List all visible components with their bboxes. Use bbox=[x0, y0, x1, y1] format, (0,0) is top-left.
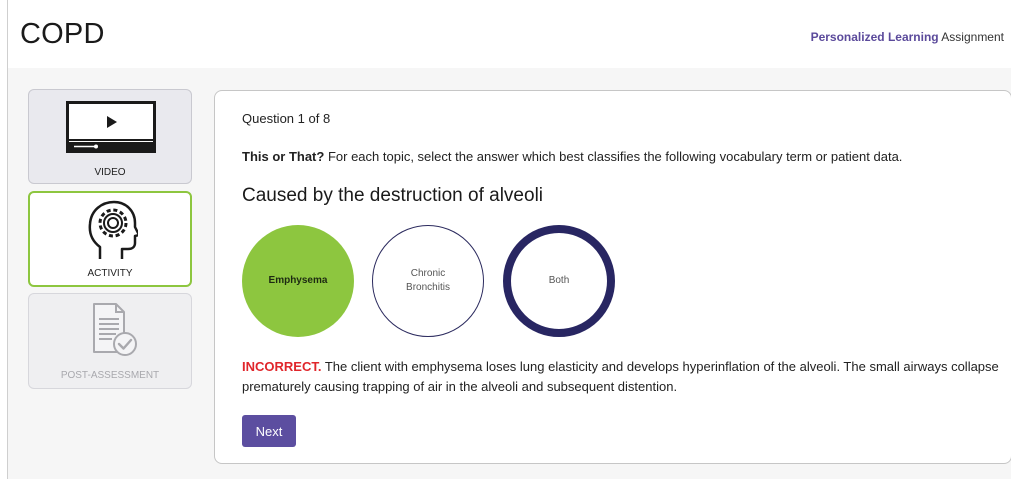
question-instructions: This or That? For each topic, select the… bbox=[242, 149, 902, 164]
feedback-status: INCORRECT. bbox=[242, 359, 322, 374]
sidebar-item-label: POST-ASSESSMENT bbox=[60, 370, 160, 381]
instruction-text: For each topic, select the answer which … bbox=[324, 149, 903, 164]
document-check-icon bbox=[93, 303, 137, 356]
sidebar-item-activity[interactable]: ACTIVITY bbox=[28, 191, 192, 287]
choice-both[interactable]: Both bbox=[503, 225, 615, 337]
question-counter: Question 1 of 8 bbox=[242, 111, 331, 126]
sidebar-item-post-assessment[interactable]: POST-ASSESSMENT bbox=[28, 293, 192, 389]
app-frame: COPD Personalized Learning Assignment VI… bbox=[7, 0, 1011, 479]
sidebar-item-label: VIDEO bbox=[94, 167, 126, 178]
question-card: Question 1 of 8 This or That? For each t… bbox=[214, 90, 1011, 464]
choice-chronic-bronchitis[interactable]: Chronic Bronchitis bbox=[372, 225, 484, 337]
video-player-icon bbox=[66, 101, 156, 153]
question-prompt: Caused by the destruction of alveoli bbox=[242, 185, 544, 206]
choice-label: Emphysema bbox=[268, 275, 328, 286]
choice-emphysema[interactable]: Emphysema bbox=[242, 225, 354, 337]
assignment-brand: Personalized Learning bbox=[810, 30, 939, 44]
answer-feedback: INCORRECT. The client with emphysema los… bbox=[242, 357, 1002, 397]
sidebar-item-video[interactable]: VIDEO bbox=[28, 89, 192, 184]
assignment-type: Personalized Learning Assignment bbox=[811, 30, 1004, 44]
sidebar-item-label: ACTIVITY bbox=[87, 268, 133, 279]
feedback-text: The client with emphysema loses lung ela… bbox=[242, 359, 999, 394]
instruction-title: This or That? bbox=[242, 149, 325, 164]
page-title: COPD bbox=[20, 18, 105, 50]
next-button[interactable]: Next bbox=[242, 415, 296, 447]
assignment-suffix: Assignment bbox=[941, 30, 1004, 44]
choice-label: Both bbox=[548, 275, 570, 286]
page-header: COPD Personalized Learning Assignment bbox=[8, 0, 1011, 68]
choice-label: Chronic Bronchitis bbox=[406, 268, 450, 293]
head-gear-icon bbox=[88, 200, 138, 259]
